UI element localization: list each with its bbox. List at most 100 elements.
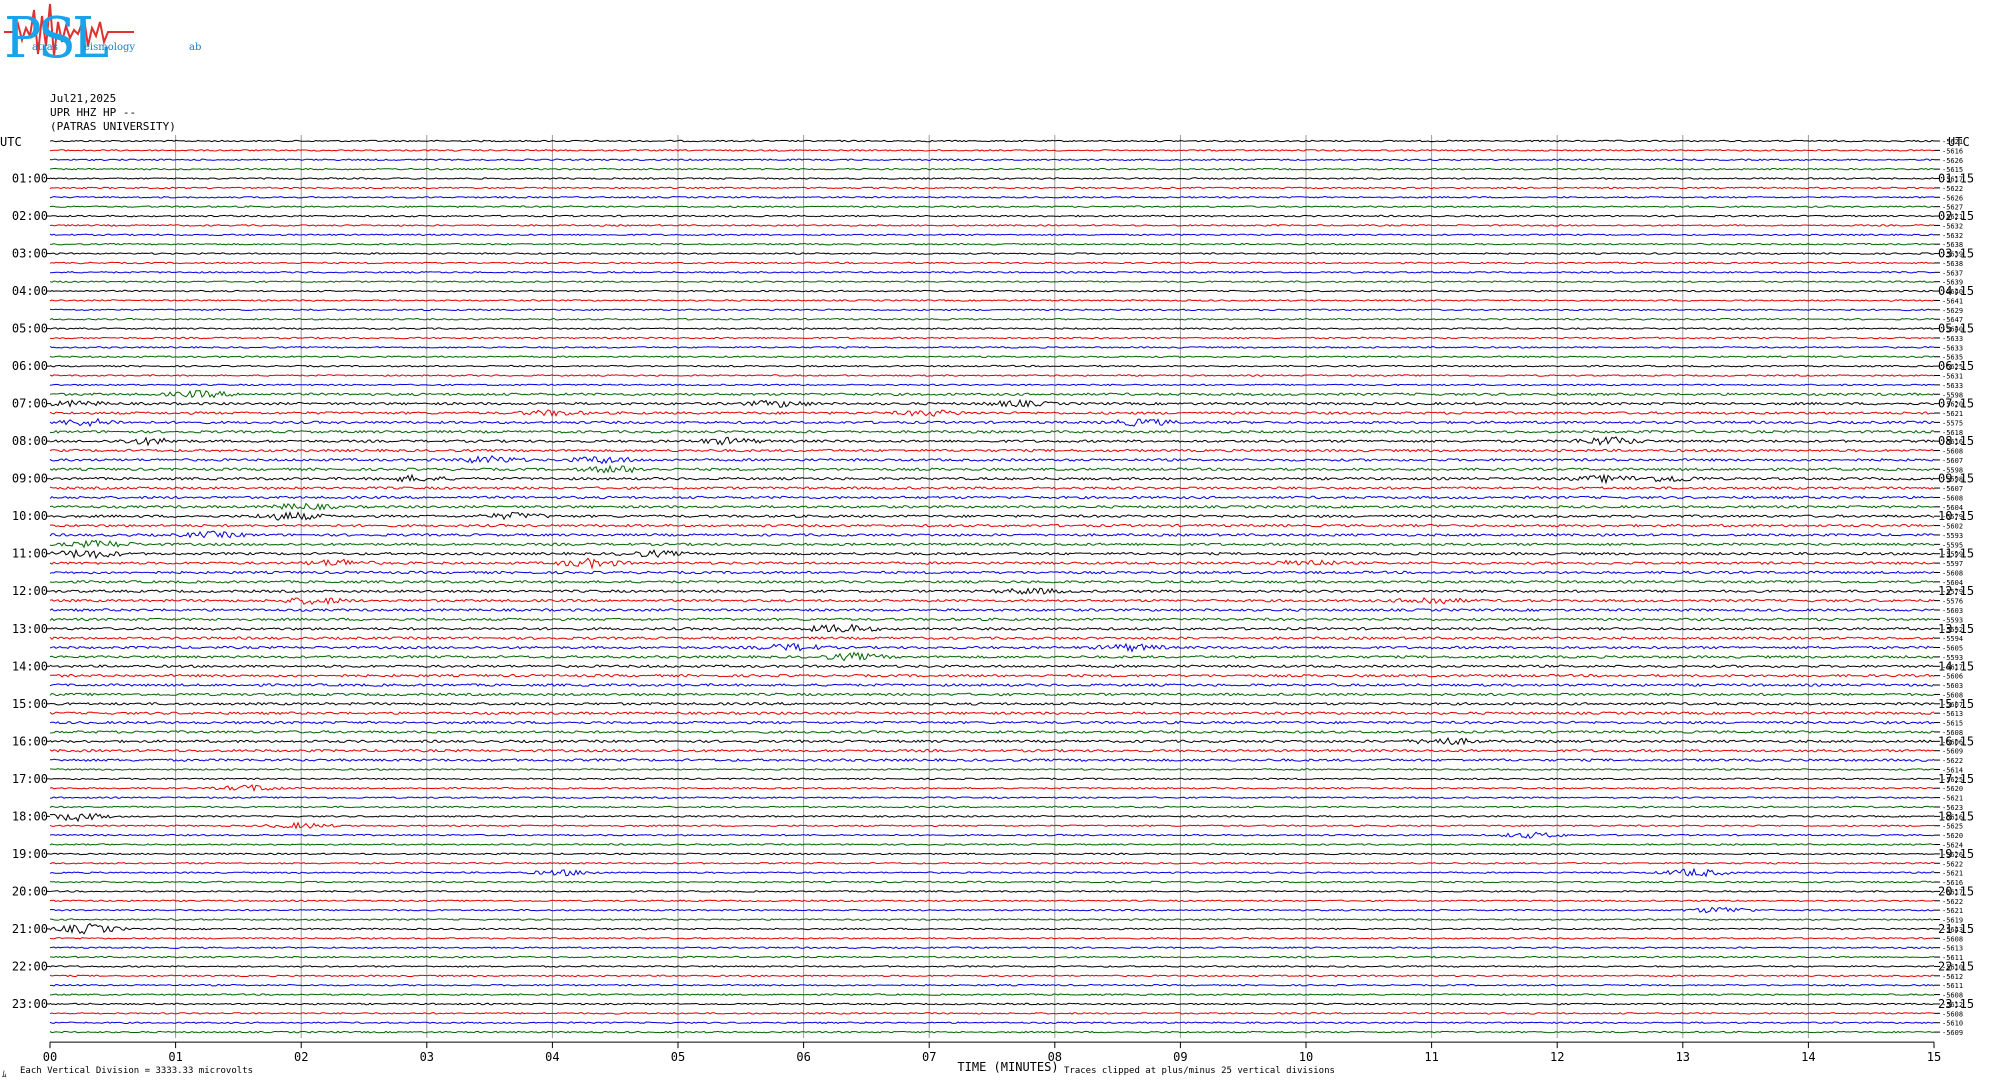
trace-offset-label: -5641 <box>1942 297 1963 305</box>
seismic-trace <box>49 597 1935 606</box>
left-hour-label: 12:00 <box>12 584 48 598</box>
time-tick-label: 02 <box>294 1050 308 1064</box>
left-hour-label: 20:00 <box>12 884 48 898</box>
trace-offset-label: -5632 <box>1942 232 1963 240</box>
seismic-trace <box>49 906 1935 914</box>
seismic-trace <box>49 464 1935 474</box>
trace-offset-label: -5626 <box>1942 194 1963 202</box>
trace-offset-label: -5576 <box>1942 598 1963 606</box>
right-hour-label: 19:15 <box>1938 847 1974 861</box>
seismic-trace <box>49 195 1935 199</box>
seismic-trace <box>49 758 1935 763</box>
seismic-trace <box>49 608 1935 612</box>
right-hour-label: 21:15 <box>1938 922 1974 936</box>
right-hour-label: 09:15 <box>1938 472 1974 486</box>
seismic-trace <box>49 214 1935 218</box>
seismic-trace <box>49 664 1935 669</box>
trace-offset-label: -5603 <box>1942 607 1963 615</box>
trace-offset-label: -5621 <box>1942 870 1963 878</box>
time-tick-label: 07 <box>922 1050 936 1064</box>
left-hour-label: 16:00 <box>12 734 48 748</box>
seismic-trace <box>49 233 1935 237</box>
left-hour-label: 22:00 <box>12 959 48 973</box>
seismic-trace <box>49 587 1935 595</box>
left-hour-label: 02:00 <box>12 209 48 223</box>
trace-offset-label: -5633 <box>1942 335 1963 343</box>
right-hour-label: 14:15 <box>1938 659 1974 673</box>
trace-offset-label: -5637 <box>1942 269 1963 277</box>
left-hour-label: 14:00 <box>12 659 48 673</box>
trace-offset-label: -5607 <box>1942 457 1963 465</box>
seismic-trace <box>49 252 1935 255</box>
seismic-trace <box>49 539 1935 549</box>
seismic-trace <box>49 364 1935 368</box>
time-tick-label: 15 <box>1927 1050 1941 1064</box>
seismic-trace <box>49 139 1935 143</box>
seismic-trace <box>49 570 1935 575</box>
left-hour-label: 04:00 <box>12 284 48 298</box>
seismic-trace <box>49 623 1935 633</box>
trace-offset-label: -5621 <box>1942 795 1963 803</box>
trace-offset-label: -5609 <box>1942 1029 1963 1037</box>
time-axis-label: TIME (MINUTES) <box>957 1060 1058 1074</box>
seismic-trace <box>50 993 1935 996</box>
time-tick-label: 13 <box>1676 1050 1690 1064</box>
right-hour-label: 05:15 <box>1938 322 1974 336</box>
trace-offset-label: -5633 <box>1942 382 1963 390</box>
left-hour-label: 05:00 <box>12 322 48 336</box>
trace-offset-label: -5611 <box>1942 982 1963 990</box>
trace-offset-label: -5621 <box>1942 410 1963 418</box>
trace-offset-label: -5608 <box>1942 1010 1963 1018</box>
seismic-trace <box>49 843 1935 846</box>
trace-offset-label: -5613 <box>1942 945 1963 953</box>
trace-offset-label: -5626 <box>1942 157 1963 165</box>
left-hour-label: 10:00 <box>12 509 48 523</box>
seismic-trace <box>49 642 1935 653</box>
trace-offset-label: -5603 <box>1942 682 1963 690</box>
time-tick-label: 10 <box>1299 1050 1313 1064</box>
seismic-trace <box>49 389 1935 399</box>
left-hour-label: 09:00 <box>12 472 48 486</box>
seismic-trace <box>49 918 1935 921</box>
right-hour-label: 23:15 <box>1938 997 1974 1011</box>
trace-offset-label: -5597 <box>1942 560 1963 568</box>
time-tick-label: 00 <box>43 1050 57 1064</box>
seismic-trace <box>49 557 1935 570</box>
trace-offset-label: -5622 <box>1942 860 1963 868</box>
right-hour-label: 03:15 <box>1938 247 1974 261</box>
left-hour-label: 03:00 <box>12 247 48 261</box>
seismic-trace <box>49 261 1935 265</box>
seismic-trace <box>49 579 1935 584</box>
right-hour-label: 13:15 <box>1938 622 1974 636</box>
time-tick-label: 01 <box>168 1050 182 1064</box>
right-hour-label: 12:15 <box>1938 584 1974 598</box>
right-hour-label: 22:15 <box>1938 959 1974 973</box>
seismic-trace <box>49 473 1935 485</box>
time-tick-label: 11 <box>1424 1050 1438 1064</box>
seismic-trace <box>49 374 1935 377</box>
seismic-trace <box>49 455 1935 465</box>
seismic-trace <box>49 317 1935 321</box>
left-hour-label: 01:00 <box>12 172 48 186</box>
right-hour-label: 18:15 <box>1938 809 1974 823</box>
right-hour-label: 20:15 <box>1938 884 1974 898</box>
trace-offset-label: -5625 <box>1942 823 1963 831</box>
seismic-trace <box>49 167 1935 171</box>
trace-offset-label: -5594 <box>1942 635 1963 643</box>
seismic-trace <box>49 429 1935 434</box>
seismic-trace <box>49 861 1935 865</box>
seismic-trace <box>49 495 1935 500</box>
seismic-trace <box>49 502 1935 511</box>
trace-offset-label: -5620 <box>1942 832 1963 840</box>
corner-mark: ﾑ <box>2 1070 7 1080</box>
seismic-trace <box>49 821 1935 830</box>
trace-offset-label: -5608 <box>1942 569 1963 577</box>
seismic-trace <box>49 205 1935 209</box>
seismic-trace <box>49 831 1935 839</box>
seismic-trace <box>49 617 1935 622</box>
left-hour-label: 08:00 <box>12 434 48 448</box>
seismic-trace <box>49 417 1935 428</box>
trace-offset-label: -5622 <box>1942 898 1963 906</box>
seismic-trace <box>49 748 1935 753</box>
left-hour-label: 23:00 <box>12 997 48 1011</box>
